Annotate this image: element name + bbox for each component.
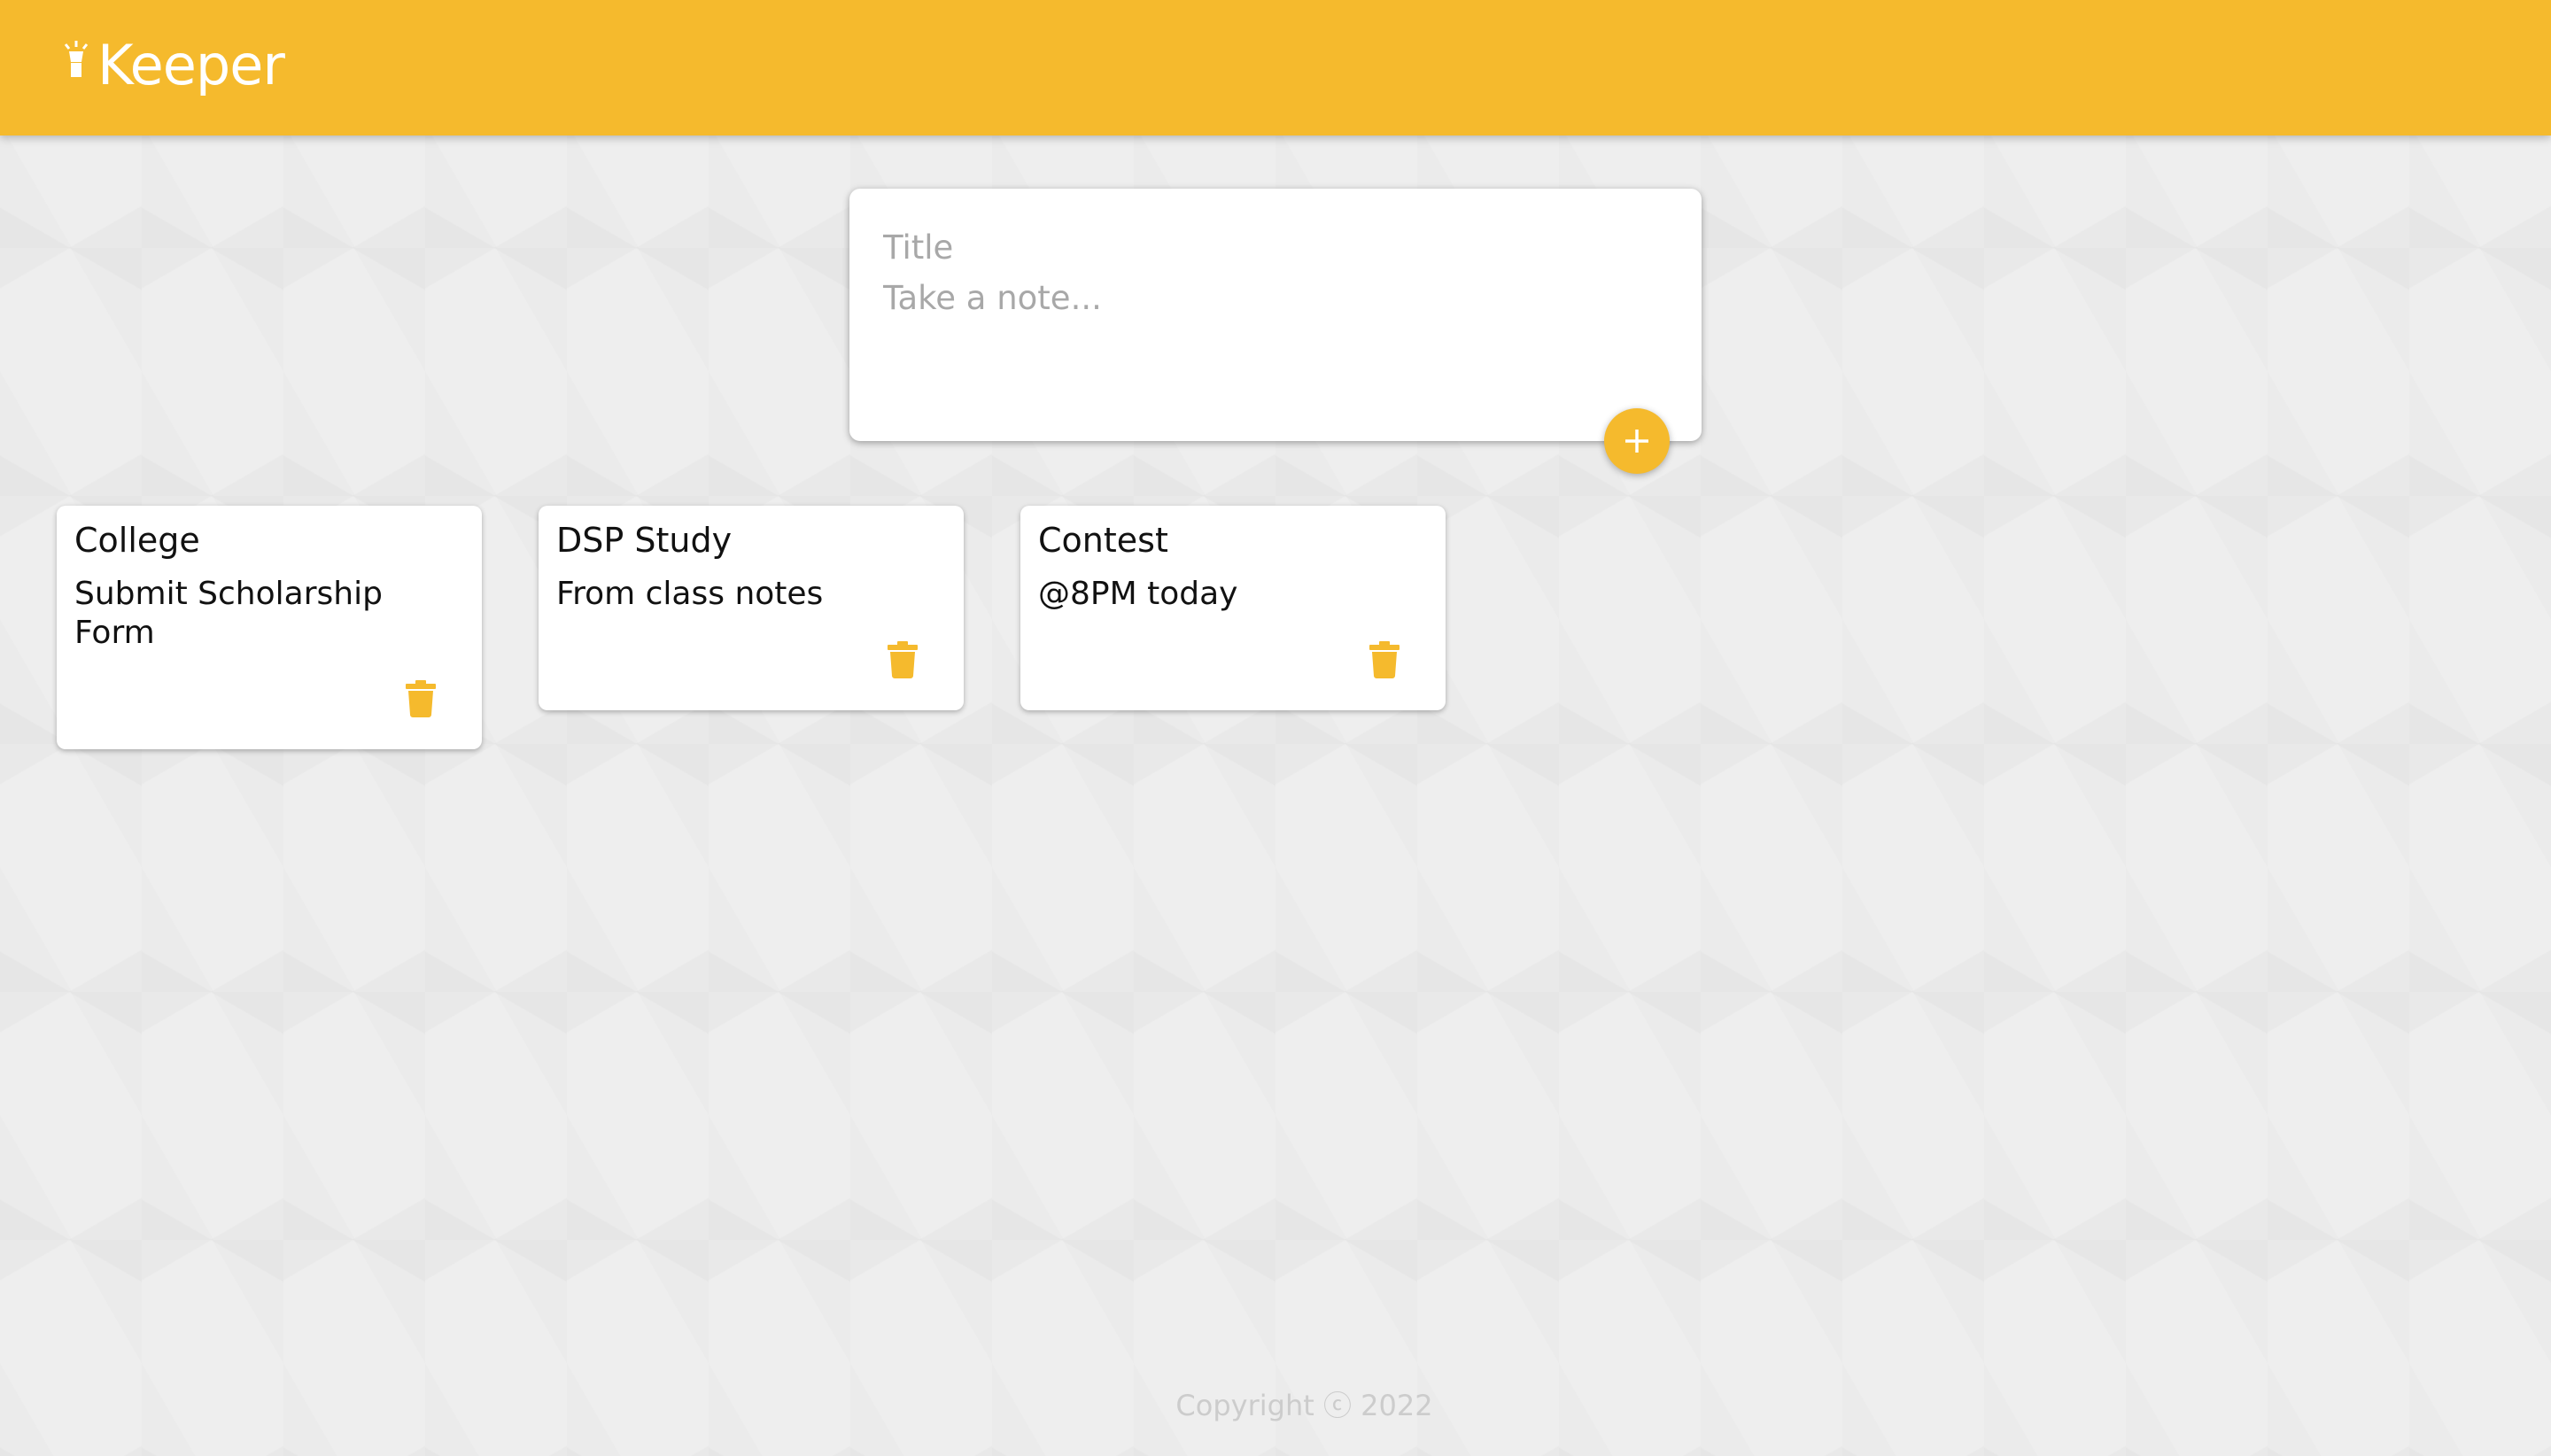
note-content-input[interactable]	[883, 279, 1663, 412]
plus-icon	[1625, 430, 1648, 453]
create-note-form	[849, 189, 1702, 441]
note-card: Contest @8PM today	[1020, 506, 1446, 710]
copyright-text: Copyright ⓒ 2022	[1175, 1389, 1433, 1422]
note-content: From class notes	[556, 575, 824, 612]
delete-note-button[interactable]	[1369, 641, 1400, 678]
trash-icon	[888, 641, 918, 678]
note-card: DSP Study From class notes	[539, 506, 964, 710]
trash-icon	[406, 680, 436, 717]
note-title: College	[74, 521, 200, 560]
note-content: @8PM today	[1038, 575, 1238, 612]
app-title: Keeper	[97, 33, 285, 97]
lightbulb-icon	[60, 39, 92, 80]
note-card: College Submit Scholarship Form	[57, 506, 482, 749]
trash-icon	[1369, 641, 1400, 678]
add-note-button[interactable]	[1604, 408, 1670, 474]
app-header: Keeper	[0, 0, 2551, 136]
note-content: Submit Scholarship Form	[74, 575, 383, 651]
app-logo: Keeper	[60, 33, 285, 97]
delete-note-button[interactable]	[406, 680, 436, 717]
note-title: DSP Study	[556, 521, 733, 560]
note-title-input[interactable]	[883, 222, 1663, 272]
note-title: Contest	[1038, 521, 1168, 560]
delete-note-button[interactable]	[888, 641, 918, 678]
footer: Copyright ⓒ 2022	[0, 1383, 2551, 1424]
